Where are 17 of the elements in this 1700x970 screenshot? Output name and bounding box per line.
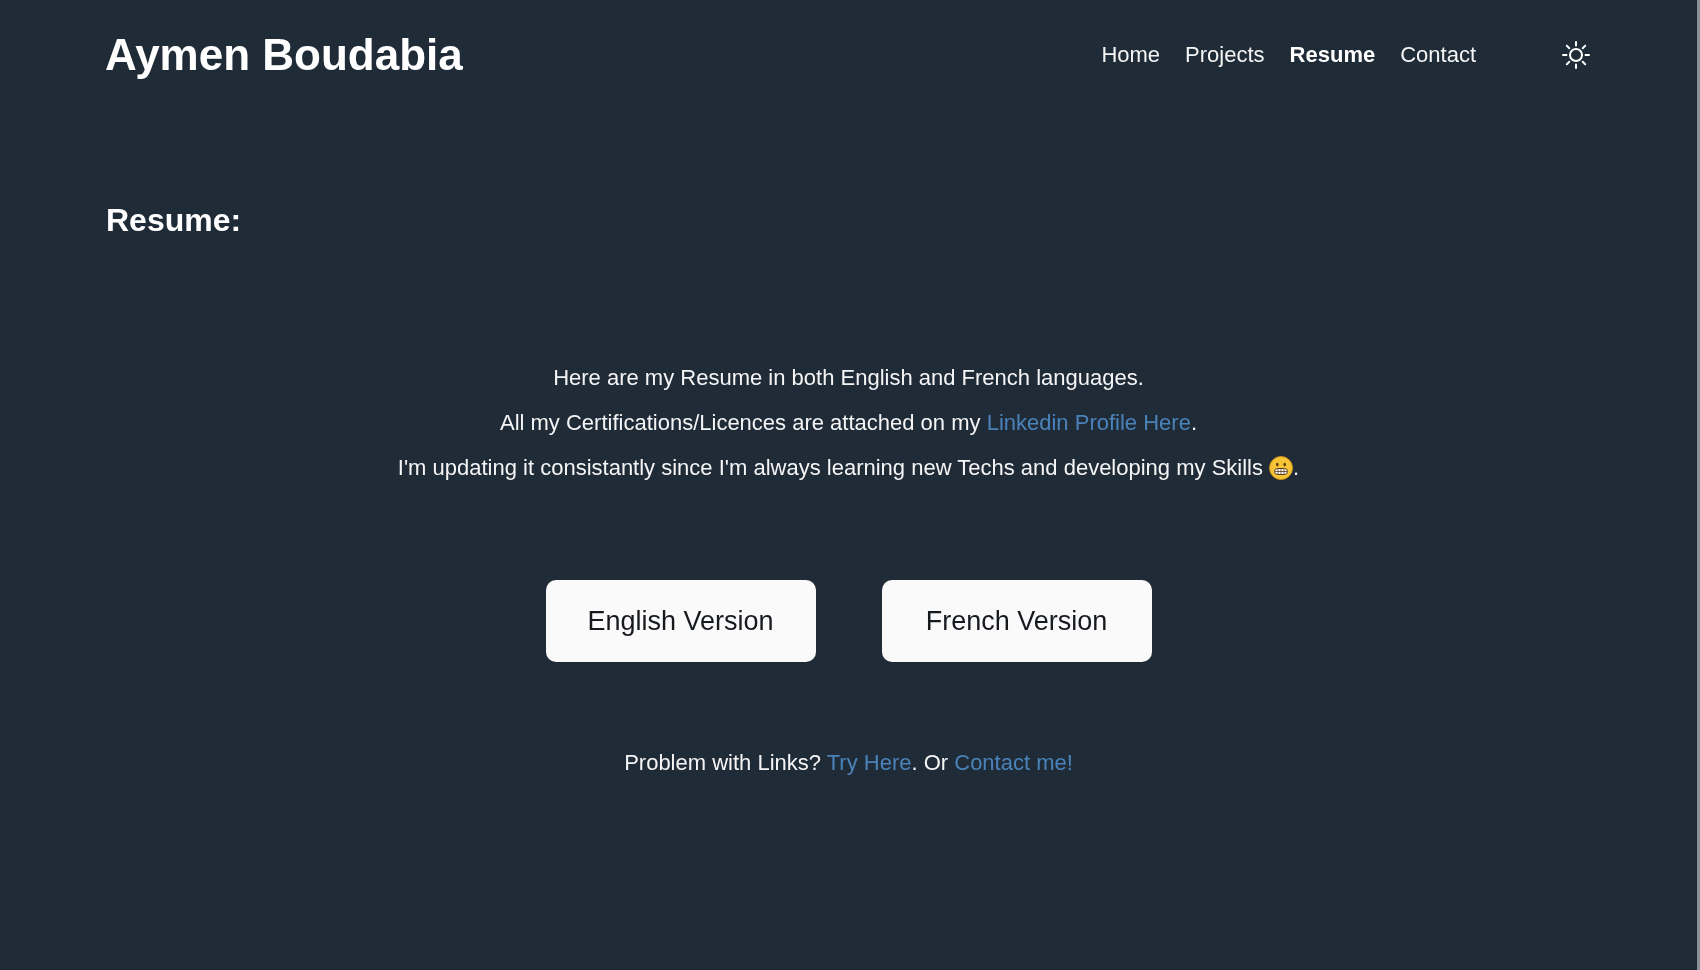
nav-link[interactable]: Home — [1101, 42, 1161, 68]
nav-link[interactable]: Projects — [1185, 42, 1265, 68]
sun-icon[interactable] — [1562, 41, 1590, 69]
text-link[interactable]: Linkedin Profile Here — [986, 410, 1191, 435]
nav-link[interactable]: Resume — [1289, 42, 1376, 68]
help-text: Problem with Links? Try Here. Or Contact me! — [624, 749, 1073, 777]
grinning-face-icon — [1269, 456, 1294, 480]
resume-version-button[interactable]: English Version — [545, 580, 816, 662]
intro-text: I'm updating it consistantly since I'm always learning new Techs and developing my Skills . — [397, 454, 1300, 482]
site-title: Aymen Boudabia — [105, 33, 463, 77]
intro-text: All my Certifications/Licences are attached on my Linkedin Profile Here. — [500, 409, 1197, 437]
text-link[interactable]: Try Here — [826, 750, 912, 775]
section-heading: Resume: — [106, 201, 242, 240]
resume-version-button[interactable]: French Version — [881, 580, 1152, 662]
nav-link[interactable]: Contact — [1400, 42, 1476, 68]
intro-text: Here are my Resume in both English and French languages. — [553, 364, 1144, 392]
text-link[interactable]: Contact me! — [954, 750, 1073, 775]
